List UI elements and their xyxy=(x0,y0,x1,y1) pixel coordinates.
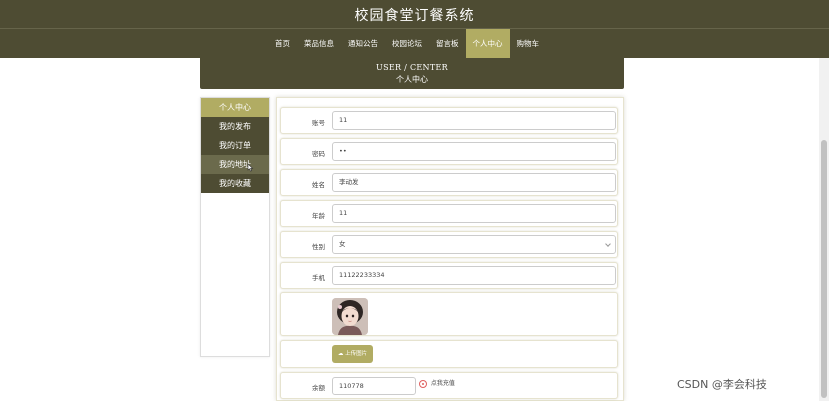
main-nav: 首页 菜品信息 通知公告 校园论坛 留言板 个人中心 购物车 xyxy=(0,29,829,58)
password-label: 密码 xyxy=(312,150,325,158)
profile-form: 账号 11 密码 •• 姓名 李动发 年龄 11 性别 女 手机 1112223… xyxy=(276,97,624,401)
gender-select[interactable]: 女 xyxy=(332,235,616,254)
chevron-down-icon xyxy=(605,241,611,247)
form-row-age: 年龄 11 xyxy=(280,200,618,227)
recharge-label: 点我充值 xyxy=(430,380,455,387)
banner-title-en: USER / CENTER xyxy=(376,63,448,72)
nav-item-forum[interactable]: 校园论坛 xyxy=(385,29,429,58)
user-sidebar: 个人中心 我的发布 我的订单 我的地址 我的收藏 xyxy=(200,97,270,357)
page: 校园食堂订餐系统 首页 菜品信息 通知公告 校园论坛 留言板 个人中心 购物车 … xyxy=(0,0,829,401)
form-row-balance: 余额 110778 点我充值 xyxy=(280,372,618,399)
banner-title-cn: 个人中心 xyxy=(396,75,428,84)
form-row-account: 账号 11 xyxy=(280,107,618,134)
page-scrollbar[interactable] xyxy=(819,58,829,401)
nav-item-dishes[interactable]: 菜品信息 xyxy=(297,29,341,58)
account-label: 账号 xyxy=(312,119,325,127)
site-title: 校园食堂订餐系统 xyxy=(354,8,475,24)
form-row-gender: 性别 女 xyxy=(280,231,618,258)
form-row-avatar xyxy=(280,292,618,336)
nav-item-home[interactable]: 首页 xyxy=(268,29,297,58)
form-row-password: 密码 •• xyxy=(280,138,618,165)
site-header: 校园食堂订餐系统 xyxy=(0,0,829,29)
watermark: CSDN @李会科技 xyxy=(677,378,767,391)
mouse-cursor-icon xyxy=(247,163,254,172)
phone-input[interactable]: 11122233334 xyxy=(332,266,616,285)
phone-label: 手机 xyxy=(312,274,325,282)
balance-input[interactable]: 110778 xyxy=(332,377,416,395)
nav-item-messages[interactable]: 留言板 xyxy=(429,29,466,58)
upload-button-label: 上传图片 xyxy=(345,351,368,357)
sidebar-item-my-favorites[interactable]: 我的收藏 xyxy=(201,174,269,193)
section-banner: USER / CENTER 个人中心 xyxy=(200,58,624,89)
form-row-name: 姓名 李动发 xyxy=(280,169,618,196)
nav-item-user-center[interactable]: 个人中心 xyxy=(465,29,510,58)
balance-label: 余额 xyxy=(312,384,325,392)
sidebar-item-user-center[interactable]: 个人中心 xyxy=(201,98,269,117)
nav-item-notices[interactable]: 通知公告 xyxy=(341,29,385,58)
scrollbar-thumb[interactable] xyxy=(821,140,827,398)
sidebar-item-my-posts[interactable]: 我的发布 xyxy=(201,117,269,136)
sidebar-item-my-orders[interactable]: 我的订单 xyxy=(201,136,269,155)
form-row-phone: 手机 11122233334 xyxy=(280,262,618,289)
sidebar-item-my-address[interactable]: 我的地址 xyxy=(201,155,269,174)
upload-icon: ☁ xyxy=(337,351,344,357)
form-row-upload: ☁ 上传图片 xyxy=(280,340,618,368)
account-input[interactable]: 11 xyxy=(332,111,616,130)
age-input[interactable]: 11 xyxy=(332,204,616,223)
recharge-link[interactable]: 点我充值 xyxy=(419,378,455,388)
name-label: 姓名 xyxy=(312,181,325,189)
gender-label: 性别 xyxy=(312,243,325,251)
age-label: 年龄 xyxy=(312,212,325,220)
avatar xyxy=(332,298,368,335)
password-input[interactable]: •• xyxy=(332,142,616,161)
gender-selected-value: 女 xyxy=(339,240,346,248)
upload-image-button[interactable]: ☁ 上传图片 xyxy=(332,345,373,363)
nav-item-cart[interactable]: 购物车 xyxy=(510,29,547,58)
radio-target-icon xyxy=(419,379,427,388)
name-input[interactable]: 李动发 xyxy=(332,173,616,192)
